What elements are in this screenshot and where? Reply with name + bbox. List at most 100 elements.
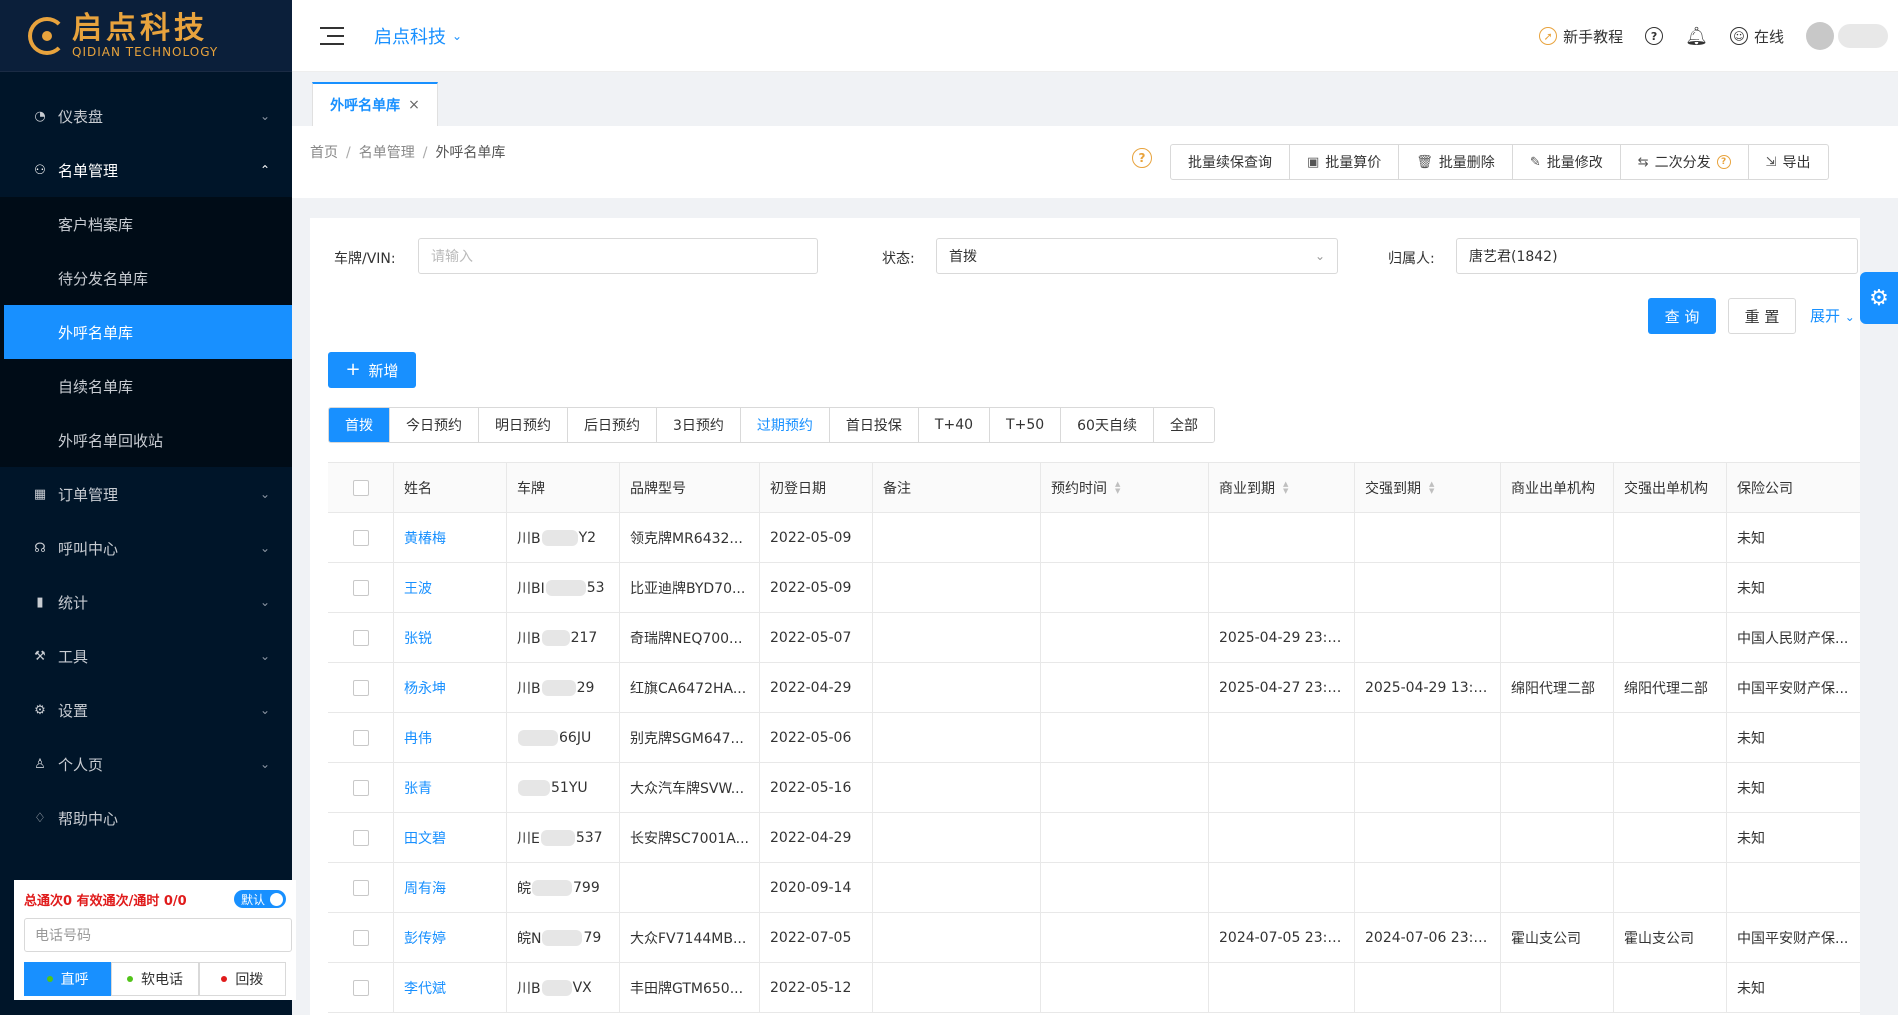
table-row[interactable]: 张青 51YU 大众汽车牌SVW... 2022-05-16 未知 xyxy=(328,763,1860,813)
settings-float-button[interactable]: ⚙ xyxy=(1860,272,1898,324)
tutorial-link[interactable]: ➚ 新手教程 xyxy=(1539,26,1623,47)
row-checkbox[interactable] xyxy=(352,629,369,646)
table-row[interactable]: 李代斌 川B VX 丰田牌GTM650... 2022-05-12 未知 xyxy=(328,963,1860,1013)
add-button[interactable]: + 新增 xyxy=(328,352,416,388)
customer-name-link[interactable]: 张锐 xyxy=(404,628,432,648)
soft-phone-button[interactable]: 软电话 xyxy=(111,962,199,996)
row-checkbox[interactable] xyxy=(352,729,369,746)
online-status[interactable]: ☺ 在线 xyxy=(1729,26,1784,47)
sort-icon[interactable]: ▲ ▼ xyxy=(1283,480,1288,495)
question-icon[interactable]: ? xyxy=(1716,155,1731,169)
submenu-item-pending-distribution[interactable]: 待分发名单库 xyxy=(0,251,292,305)
row-checkbox[interactable] xyxy=(352,829,369,846)
tab-outbound-list[interactable]: 外呼名单库 × xyxy=(312,82,438,126)
customer-name-link[interactable]: 李代斌 xyxy=(404,978,446,998)
table-row[interactable]: 冉伟 66JU 别克牌SGM647... 2022-05-06 未知 xyxy=(328,713,1860,763)
status-tab-all[interactable]: 全部 xyxy=(1153,408,1214,442)
customer-name-link[interactable]: 王波 xyxy=(404,578,432,598)
batch-calc-button[interactable]: ▣ 批量算价 xyxy=(1290,145,1400,179)
plate-mask xyxy=(541,979,572,996)
breadcrumb-list-management[interactable]: 名单管理 xyxy=(359,145,415,161)
table-row[interactable]: 黄椿梅 川B Y2 领克牌MR6432... 2022-05-09 未知 xyxy=(328,513,1860,563)
header-appointment[interactable]: 预约时间 ▲ ▼ xyxy=(1041,463,1209,512)
logo-text-cn: 启点科技 xyxy=(72,10,208,46)
sort-icon[interactable]: ▲ ▼ xyxy=(1115,480,1120,495)
menu-item-help[interactable]: ♢ 帮助中心 xyxy=(0,791,292,845)
export-button[interactable]: ⇲ 导出 xyxy=(1749,145,1828,179)
plate-input[interactable]: 请输入 xyxy=(418,238,818,274)
row-checkbox[interactable] xyxy=(352,979,369,996)
status-tab-60day[interactable]: 60天自续 xyxy=(1061,408,1154,442)
status-select[interactable]: 首拨 ⌄ xyxy=(936,238,1338,274)
customer-name-link[interactable]: 田文碧 xyxy=(404,828,446,848)
row-checkbox[interactable] xyxy=(352,779,369,796)
status-tab-first-call[interactable]: 首拨 xyxy=(329,408,390,442)
menu-item-profile[interactable]: ♙ 个人页 ⌄ xyxy=(0,737,292,791)
phone-number-input[interactable]: 电话号码 xyxy=(24,918,292,952)
table-row[interactable]: 周有海 皖 799 2020-09-14 xyxy=(328,863,1860,913)
row-checkbox[interactable] xyxy=(352,929,369,946)
menu-item-settings[interactable]: ⚙ 设置 ⌄ xyxy=(0,683,292,737)
sort-icon[interactable]: ▲ ▼ xyxy=(1429,480,1434,495)
customer-name-link[interactable]: 张青 xyxy=(404,778,432,798)
batch-renew-query-button[interactable]: 批量续保查询 xyxy=(1171,145,1290,179)
row-checkbox[interactable] xyxy=(352,579,369,596)
dashboard-icon: ◔ xyxy=(34,108,46,124)
row-checkbox[interactable] xyxy=(352,679,369,696)
callback-button[interactable]: 回拨 xyxy=(198,962,286,996)
status-tab-first-day-insure[interactable]: 首日投保 xyxy=(829,408,919,442)
breadcrumb-home[interactable]: 首页 xyxy=(310,145,338,161)
menu-item-list-management[interactable]: ⚇ 名单管理 ⌃ xyxy=(0,143,292,197)
status-tab-expired[interactable]: 过期预约 xyxy=(740,408,830,442)
customer-name-link[interactable]: 杨永坤 xyxy=(404,678,446,698)
select-all-checkbox[interactable] xyxy=(352,479,369,496)
customer-name-link[interactable]: 彭传婷 xyxy=(404,928,446,948)
menu-item-dashboard[interactable]: ◔ 仪表盘 ⌄ xyxy=(0,89,292,143)
table-row[interactable]: 王波 川BI 53 比亚迪牌BYD70... 2022-05-09 未知 xyxy=(328,563,1860,613)
avatar[interactable] xyxy=(1806,22,1834,50)
status-tab-t50[interactable]: T+50 xyxy=(990,408,1062,442)
menu-fold-icon[interactable] xyxy=(320,26,344,45)
expand-filters-link[interactable]: 展开 ⌄ xyxy=(1810,305,1855,326)
header-tci-expiry[interactable]: 交强到期 ▲ ▼ xyxy=(1355,463,1501,512)
customer-name-link[interactable]: 黄椿梅 xyxy=(404,528,446,548)
company-selector[interactable]: 启点科技 ⌄ xyxy=(374,23,462,49)
menu-item-tools[interactable]: ⚒ 工具 ⌄ xyxy=(0,629,292,683)
status-tab-tomorrow[interactable]: 明日预约 xyxy=(479,408,568,442)
status-tab-t40[interactable]: T+40 xyxy=(918,408,991,442)
menu-item-orders[interactable]: ▦ 订单管理 ⌄ xyxy=(0,467,292,521)
user-name-blurred[interactable] xyxy=(1838,24,1888,48)
table-row[interactable]: 杨永坤 川B 29 红旗CA6472HA... 2022-04-29 2025-04-27… xyxy=(328,663,1860,713)
customer-name-link[interactable]: 冉伟 xyxy=(404,728,432,748)
batch-modify-button[interactable]: ✎ 批量修改 xyxy=(1513,145,1621,179)
customer-name-link[interactable]: 周有海 xyxy=(404,878,446,898)
reset-button[interactable]: 重 置 xyxy=(1728,298,1796,334)
batch-delete-button[interactable]: 🗑︎ 批量删除 xyxy=(1399,145,1513,179)
chevron-down-icon: ⌄ xyxy=(259,109,270,123)
submenu-item-self-renewal[interactable]: 自续名单库 xyxy=(0,359,292,413)
submenu-item-customer-archive[interactable]: 客户档案库 xyxy=(0,197,292,251)
direct-call-button[interactable]: 直呼 xyxy=(24,962,112,996)
row-checkbox[interactable] xyxy=(352,529,369,546)
default-toggle[interactable]: 默认 xyxy=(233,890,286,908)
row-checkbox[interactable] xyxy=(352,879,369,896)
table-row[interactable]: 田文碧 川E 537 长安牌SC7001A... 2022-04-29 未知 xyxy=(328,813,1860,863)
submenu-item-recycle-bin[interactable]: 外呼名单回收站 xyxy=(0,413,292,467)
redistribute-button[interactable]: ⇆ 二次分发? xyxy=(1621,145,1749,179)
logo[interactable]: 启点科技 QIDIAN TECHNOLOGY xyxy=(0,0,292,72)
help-question-icon[interactable]: ? xyxy=(1132,148,1152,168)
help-button[interactable]: ? xyxy=(1645,27,1664,45)
status-tab-3days[interactable]: 3日预约 xyxy=(657,408,741,442)
owner-input[interactable]: 唐艺君(1842) xyxy=(1456,238,1858,274)
table-row[interactable]: 张锐 川B 217 奇瑞牌NEQ700... 2022-05-07 2025-04-29 … xyxy=(328,613,1860,663)
status-tab-day-after[interactable]: 后日预约 xyxy=(568,408,657,442)
submenu-item-outbound-list[interactable]: 外呼名单库 xyxy=(4,305,292,359)
close-icon[interactable]: × xyxy=(408,97,420,113)
notification-button[interactable]: 🔔︎ xyxy=(1685,26,1708,47)
query-button[interactable]: 查 询 xyxy=(1648,298,1716,334)
table-row[interactable]: 彭传婷 皖N 79 大众FV7144MB... 2022-07-05 2024-07-05… xyxy=(328,913,1860,963)
menu-item-call-center[interactable]: ☊ 呼叫中心 ⌄ xyxy=(0,521,292,575)
menu-item-statistics[interactable]: ▮ 统计 ⌄ xyxy=(0,575,292,629)
header-biz-expiry[interactable]: 商业到期 ▲ ▼ xyxy=(1209,463,1355,512)
status-tab-today[interactable]: 今日预约 xyxy=(390,408,479,442)
